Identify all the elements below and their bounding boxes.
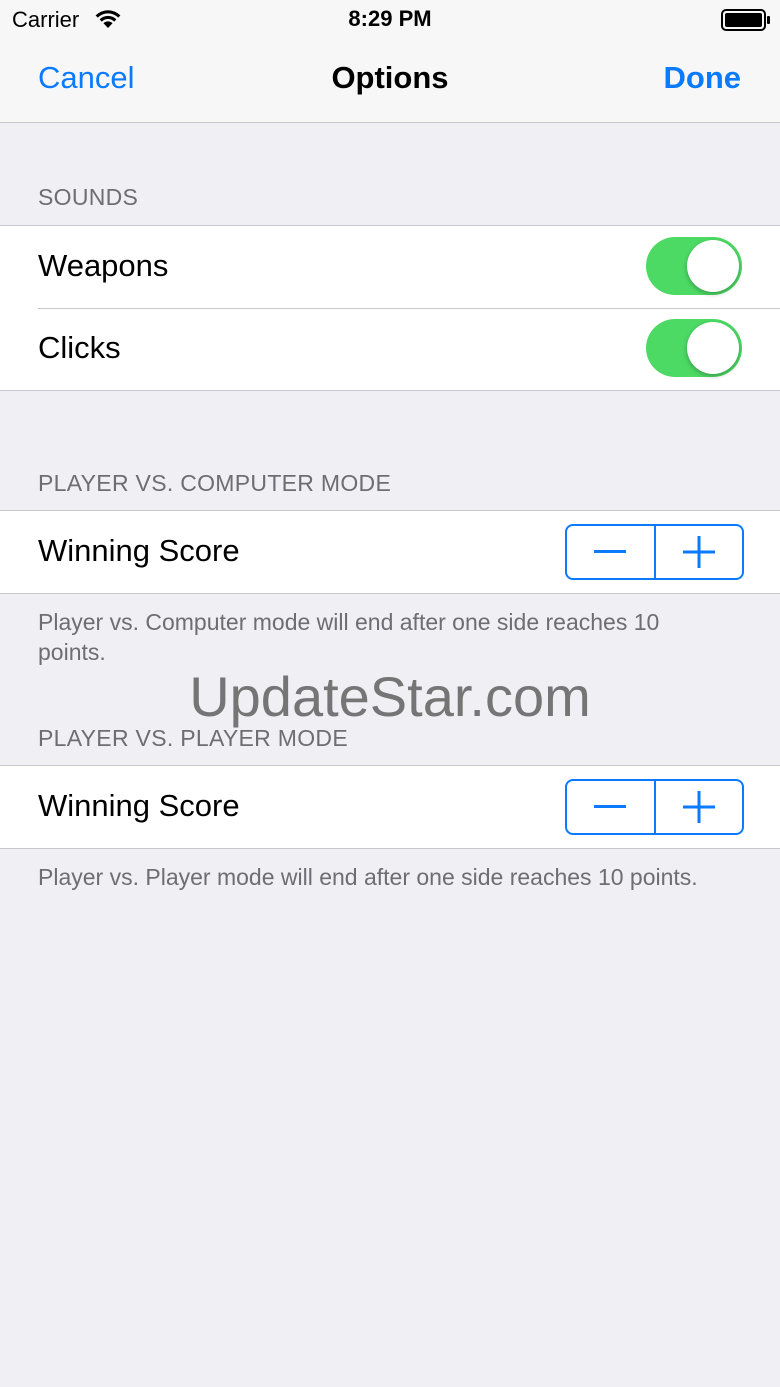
clicks-row: Clicks	[0, 308, 780, 390]
pvc-footer-note: Player vs. Computer mode will end after …	[38, 609, 660, 665]
section-header-pvc: PLAYER VS. COMPUTER MODE	[38, 470, 392, 496]
watermark: UpdateStar.com	[189, 665, 591, 728]
section-header-pvp: PLAYER VS. PLAYER MODE	[38, 725, 348, 751]
pvp-winning-score-label: Winning Score	[38, 788, 240, 823]
toggle-knob	[687, 240, 739, 292]
sounds-group: Weapons Clicks	[0, 225, 780, 391]
weapons-label: Weapons	[38, 248, 169, 283]
status-bar: Carrier 8:29 PM	[0, 0, 780, 40]
pvp-winning-score-stepper	[565, 779, 744, 835]
done-button[interactable]: Done	[664, 60, 742, 96]
pvc-increment-button[interactable]	[653, 526, 743, 578]
battery-icon	[721, 9, 771, 31]
weapons-toggle[interactable]	[646, 237, 742, 295]
clicks-toggle[interactable]	[646, 319, 742, 377]
pvp-group: Winning Score	[0, 765, 780, 849]
weapons-row: Weapons	[0, 226, 780, 308]
navigation-bar: Cancel Options Done	[0, 40, 780, 123]
clicks-label: Clicks	[38, 330, 121, 365]
toggle-knob	[687, 322, 739, 374]
section-header-sounds: SOUNDS	[38, 184, 139, 210]
pvc-winning-score-label: Winning Score	[38, 533, 240, 568]
status-time: 8:29 PM	[348, 6, 432, 31]
minus-icon	[594, 805, 627, 808]
minus-icon	[594, 550, 627, 553]
pvp-increment-button[interactable]	[653, 781, 743, 833]
plus-icon	[682, 791, 715, 823]
pvp-winning-score-row: Winning Score	[0, 766, 780, 848]
cancel-button[interactable]: Cancel	[38, 60, 135, 96]
pvp-footer-note: Player vs. Player mode will end after on…	[38, 864, 698, 890]
pvc-decrement-button[interactable]	[567, 526, 654, 578]
pvc-group: Winning Score	[0, 510, 780, 594]
pvp-decrement-button[interactable]	[567, 781, 654, 833]
plus-icon	[682, 536, 715, 568]
pvc-winning-score-stepper	[565, 524, 744, 580]
pvc-winning-score-row: Winning Score	[0, 511, 780, 593]
